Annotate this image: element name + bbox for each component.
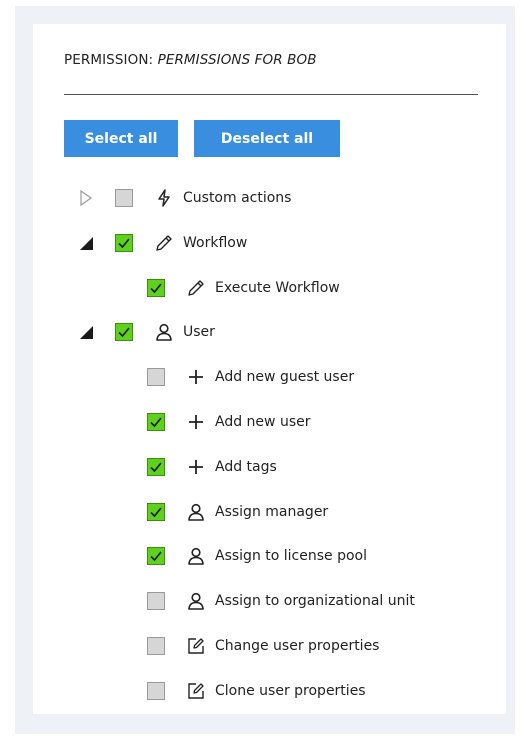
tree-item[interactable]: Assign to license pool [33, 541, 506, 571]
tree-item[interactable]: Change user properties [33, 631, 506, 661]
tree-item-label: Assign to license pool [215, 548, 367, 564]
permission-checkbox[interactable] [147, 413, 165, 431]
permission-checkbox[interactable] [115, 323, 133, 341]
tree-item-label: Add tags [215, 459, 277, 475]
checkmark-icon [150, 507, 162, 518]
tree-item[interactable]: Add new user [33, 407, 506, 437]
tree-group[interactable]: User [33, 317, 506, 347]
checkmark-icon [118, 238, 130, 249]
page-title: PERMISSION: PERMISSIONS FOR BOB [64, 52, 317, 68]
permission-checkbox[interactable] [147, 279, 165, 297]
permission-checkbox[interactable] [147, 547, 165, 565]
tree-item[interactable]: Add new guest user [33, 362, 506, 392]
tree-item[interactable]: Assign manager [33, 497, 506, 527]
tree-item-label: Add new guest user [215, 369, 355, 385]
title-prefix: PERMISSION: [64, 52, 158, 68]
permission-panel: PERMISSION: PERMISSIONS FOR BOB Select a… [33, 24, 506, 714]
pencil-icon [186, 278, 206, 298]
tree-item-label: Execute Workflow [215, 280, 340, 296]
checkmark-icon [150, 417, 162, 428]
tree-item-label: Change user properties [215, 638, 380, 654]
checkmark-icon [150, 462, 162, 473]
tree-group[interactable]: Workflow [33, 228, 506, 258]
tree-item-label: Assign to organizational unit [215, 593, 415, 609]
checkmark-icon [150, 551, 162, 562]
checkmark-icon [118, 327, 130, 338]
permission-checkbox[interactable] [147, 368, 165, 386]
collapse-arrow-icon[interactable] [76, 233, 96, 253]
permission-checkbox[interactable] [147, 503, 165, 521]
user-icon [186, 591, 206, 611]
lightning-icon [154, 188, 174, 208]
permission-checkbox[interactable] [147, 637, 165, 655]
checkmark-icon [150, 283, 162, 294]
expand-arrow-icon[interactable] [76, 188, 96, 208]
tree-item-label: Assign manager [215, 504, 329, 520]
user-icon [186, 502, 206, 522]
permission-checkbox[interactable] [115, 189, 133, 207]
pencil-icon [154, 233, 174, 253]
tree-item-label: Clone user properties [215, 683, 366, 699]
tree-item[interactable]: Assign to organizational unit [33, 586, 506, 616]
user-icon [154, 322, 174, 342]
permission-checkbox[interactable] [115, 234, 133, 252]
tree-group[interactable]: Custom actions [33, 183, 506, 213]
plus-icon [186, 412, 206, 432]
permission-checkbox[interactable] [147, 592, 165, 610]
edit-icon [186, 681, 206, 701]
tree-item-label: User [183, 324, 215, 340]
edit-icon [186, 636, 206, 656]
select-all-button[interactable]: Select all [64, 120, 178, 157]
permission-checkbox[interactable] [147, 458, 165, 476]
tree-item[interactable]: Add tags [33, 452, 506, 482]
title-value: PERMISSIONS FOR BOB [157, 52, 317, 68]
tree-item[interactable]: Execute Workflow [33, 273, 506, 303]
tree-item[interactable]: Clone user properties [33, 676, 506, 706]
permission-checkbox[interactable] [147, 682, 165, 700]
plus-icon [186, 457, 206, 477]
tree-item-label: Workflow [183, 235, 248, 251]
deselect-all-button[interactable]: Deselect all [194, 120, 340, 157]
user-icon [186, 546, 206, 566]
divider [64, 94, 478, 95]
collapse-arrow-icon[interactable] [76, 322, 96, 342]
tree-item-label: Custom actions [183, 190, 292, 206]
tree-item-label: Add new user [215, 414, 311, 430]
plus-icon [186, 367, 206, 387]
